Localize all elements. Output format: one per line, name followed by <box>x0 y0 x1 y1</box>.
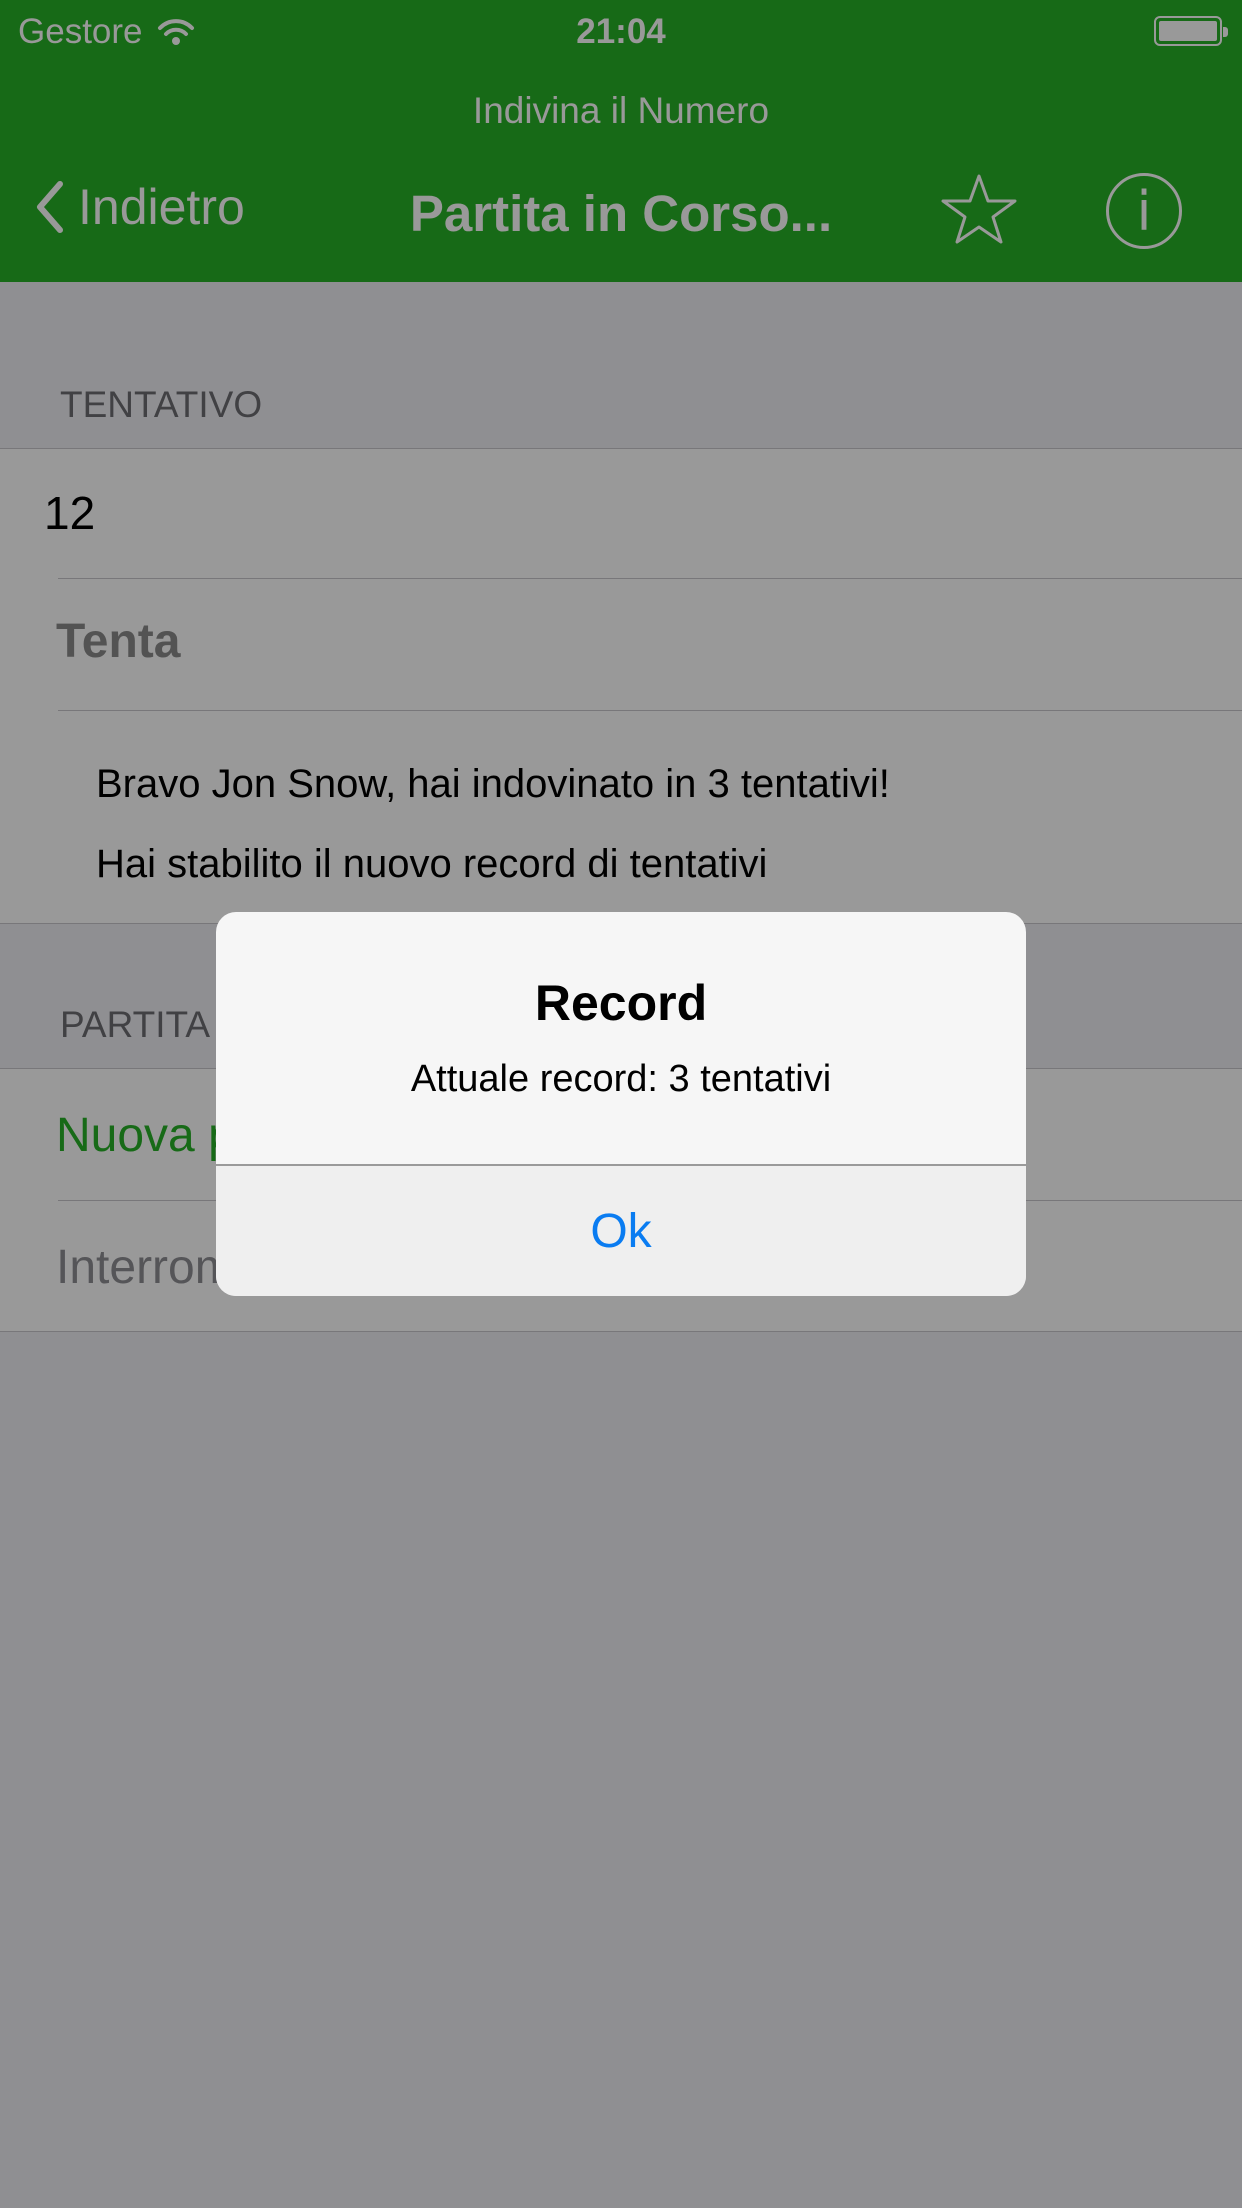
screen: Gestore 21:04 Indivina il Numero Indietr… <box>0 0 1242 2208</box>
record-alert: Record Attuale record: 3 tentativi Ok <box>216 912 1026 1296</box>
alert-ok-button[interactable]: Ok <box>216 1166 1026 1296</box>
alert-title: Record <box>534 975 708 1031</box>
alert-message: Attuale record: 3 tentativi <box>410 1058 832 1100</box>
